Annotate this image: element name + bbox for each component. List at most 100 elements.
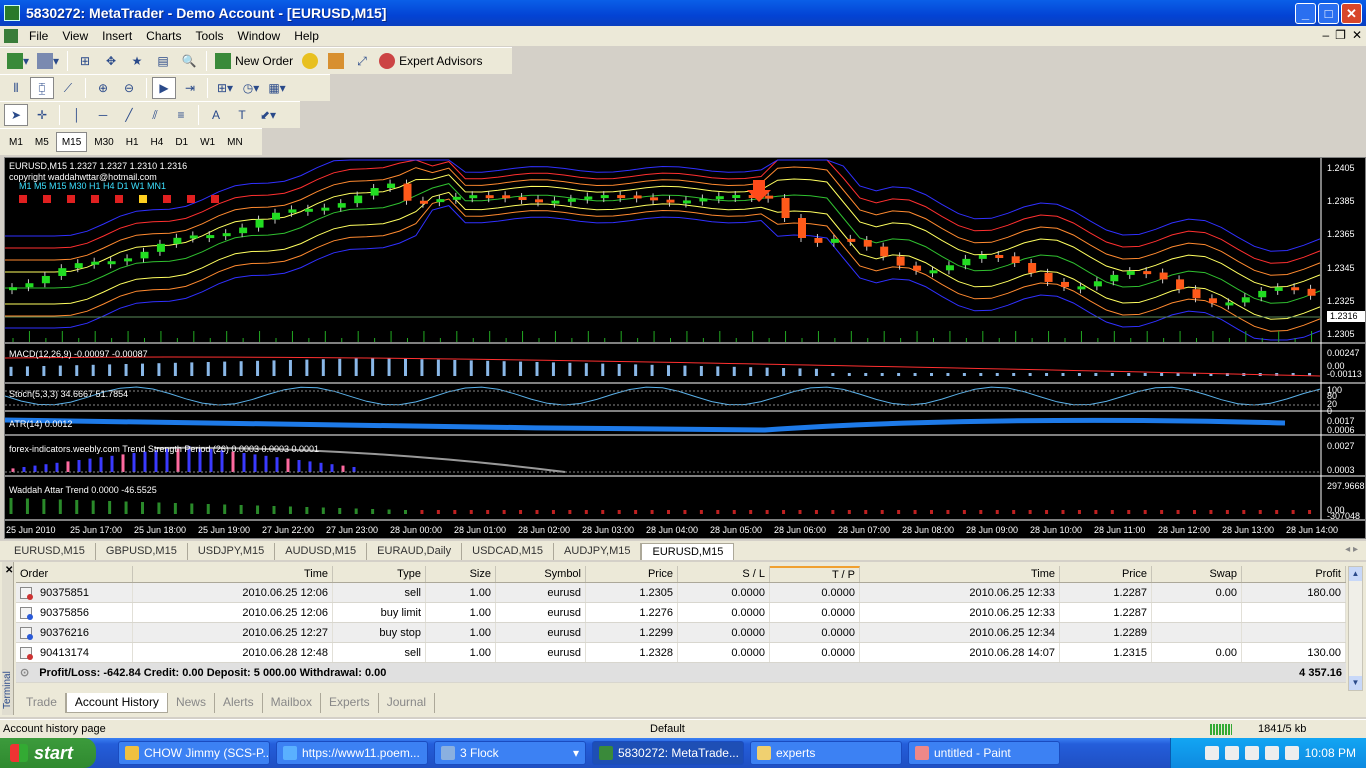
timeframe-h1[interactable]: H1 (121, 132, 144, 152)
new-chart-button[interactable]: ▾ (4, 50, 32, 72)
scroll-down-icon[interactable]: ▼ (1349, 676, 1362, 690)
col-tp[interactable]: T / P (770, 566, 860, 582)
bar-chart-button[interactable]: ⫴ (4, 77, 28, 99)
zoom-out-button[interactable]: ⊖ (117, 77, 141, 99)
data-window-button[interactable]: ✥ (99, 50, 123, 72)
chart-tab-active[interactable]: EURUSD,M15 (641, 543, 735, 560)
arrows-button[interactable]: ⬋▾ (256, 104, 280, 126)
language-icon[interactable] (1284, 746, 1299, 760)
taskbar-item[interactable]: CHOW Jimmy (SCS-P... (118, 741, 270, 765)
cursor-button[interactable]: ➤ (4, 104, 28, 126)
options-button[interactable] (324, 50, 348, 72)
tab-news[interactable]: News (168, 693, 215, 713)
terminal-scrollbar[interactable]: ▲ ▼ (1348, 566, 1363, 691)
col-close-time[interactable]: Time (860, 566, 1060, 582)
taskbar-item[interactable]: experts (750, 741, 902, 765)
timeframe-w1[interactable]: W1 (195, 132, 220, 152)
tab-journal[interactable]: Journal (379, 693, 436, 713)
col-close-price[interactable]: Price (1060, 566, 1152, 582)
col-profit[interactable]: Profit (1242, 566, 1346, 582)
fullscreen-button[interactable]: ⤢ (350, 50, 374, 72)
taskbar-item[interactable]: https://www11.poem... (276, 741, 428, 765)
candlestick-button[interactable]: ⧮ (30, 77, 54, 99)
trendline-button[interactable]: ╱ (117, 104, 141, 126)
taskbar-item[interactable]: untitled - Paint (908, 741, 1060, 765)
volume-icon[interactable] (1244, 746, 1259, 760)
table-row[interactable]: 90413174 2010.06.28 12:48 sell 1.00 eurusd 1.… (16, 643, 1346, 663)
zoom-in-button[interactable]: ⊕ (91, 77, 115, 99)
table-row[interactable]: 90375856 2010.06.25 12:06 buy limit 1.00 eur… (16, 603, 1346, 623)
timeframe-mn[interactable]: MN (222, 132, 248, 152)
horizontal-line-button[interactable]: ─ (91, 104, 115, 126)
help-icon[interactable] (1204, 746, 1219, 760)
col-type[interactable]: Type (333, 566, 426, 582)
chart-tab[interactable]: EURUSD,M15 (4, 543, 96, 560)
periods-button[interactable]: ◷▾ (239, 77, 263, 99)
metaeditor-button[interactable] (298, 50, 322, 72)
table-row[interactable]: 90376216 2010.06.25 12:27 buy stop 1.00 euru… (16, 623, 1346, 643)
start-button[interactable]: start (0, 738, 96, 768)
metatrader-app-icon[interactable] (4, 5, 20, 21)
col-open-time[interactable]: Time (133, 566, 333, 582)
chart-tab[interactable]: AUDJPY,M15 (554, 543, 642, 560)
auto-scroll-button[interactable]: ▶ (152, 77, 176, 99)
timeframe-m30[interactable]: M30 (89, 132, 118, 152)
mdi-restore-button[interactable]: ❐ (1335, 28, 1346, 42)
menu-view[interactable]: View (55, 29, 95, 43)
col-swap[interactable]: Swap (1152, 566, 1242, 582)
new-order-button[interactable]: New Order (212, 50, 296, 72)
timeframe-m15[interactable]: M15 (55, 132, 88, 152)
equidistant-channel-button[interactable]: ⫽ (143, 104, 167, 126)
templates-button[interactable]: ▦▾ (265, 77, 289, 99)
tab-account-history[interactable]: Account History (65, 693, 168, 713)
terminal-close-icon[interactable]: ✕ (5, 565, 13, 576)
text-button[interactable]: A (204, 104, 228, 126)
chart-canvas[interactable] (5, 158, 1365, 538)
menu-insert[interactable]: Insert (95, 29, 139, 43)
chart-tab[interactable]: GBPUSD,M15 (96, 543, 188, 560)
security-icon[interactable] (1264, 746, 1279, 760)
menu-tools[interactable]: Tools (189, 29, 231, 43)
menu-charts[interactable]: Charts (139, 29, 188, 43)
timeframe-m1[interactable]: M1 (4, 132, 28, 152)
mdi-close-button[interactable]: ✕ (1352, 28, 1362, 42)
chart-window-icon[interactable] (4, 29, 18, 43)
mdi-minimize-button[interactable]: – (1322, 28, 1329, 42)
network-icon[interactable] (1224, 746, 1239, 760)
timeframe-h4[interactable]: H4 (146, 132, 169, 152)
menu-file[interactable]: File (22, 29, 55, 43)
maximize-button[interactable]: □ (1318, 3, 1339, 24)
crosshair-button[interactable]: ✛ (30, 104, 54, 126)
tab-trade[interactable]: Trade (18, 693, 66, 713)
timeframe-d1[interactable]: D1 (170, 132, 193, 152)
vertical-line-button[interactable]: │ (65, 104, 89, 126)
expert-advisors-button[interactable]: Expert Advisors (376, 50, 485, 72)
close-button[interactable]: ✕ (1341, 3, 1362, 24)
price-chart[interactable]: EURUSD,M15 1.2327 1.2327 1.2310 1.2316 c… (4, 157, 1366, 539)
taskbar-item[interactable]: 3 Flock ▾ (434, 741, 586, 765)
tab-mailbox[interactable]: Mailbox (263, 693, 321, 713)
col-symbol[interactable]: Symbol (496, 566, 586, 582)
timeframe-m5[interactable]: M5 (30, 132, 54, 152)
chart-tab[interactable]: EURAUD,Daily (367, 543, 463, 560)
menu-window[interactable]: Window (231, 29, 288, 43)
indicators-button[interactable]: ⊞▾ (213, 77, 237, 99)
chart-tab[interactable]: USDJPY,M15 (188, 543, 276, 560)
tab-experts[interactable]: Experts (321, 693, 379, 713)
chart-tab[interactable]: AUDUSD,M15 (275, 543, 368, 560)
fibonacci-button[interactable]: ≡ (169, 104, 193, 126)
scroll-up-icon[interactable]: ▲ (1349, 567, 1362, 581)
market-watch-button[interactable]: ⊞ (73, 50, 97, 72)
navigator-button[interactable]: ★ (125, 50, 149, 72)
chart-shift-button[interactable]: ⇥ (178, 77, 202, 99)
col-order[interactable]: Order (16, 566, 133, 582)
col-size[interactable]: Size (426, 566, 496, 582)
clock[interactable]: 10:08 PM (1305, 746, 1356, 760)
chart-tab[interactable]: USDCAD,M15 (462, 543, 555, 560)
taskbar-item-active[interactable]: 5830272: MetaTrade... (592, 741, 744, 765)
table-row[interactable]: 90375851 2010.06.25 12:06 sell 1.00 eurusd 1.… (16, 583, 1346, 603)
profiles-button[interactable]: ▾ (34, 50, 62, 72)
strategy-tester-button[interactable]: 🔍 (177, 50, 201, 72)
menu-help[interactable]: Help (287, 29, 326, 43)
col-open-price[interactable]: Price (586, 566, 678, 582)
